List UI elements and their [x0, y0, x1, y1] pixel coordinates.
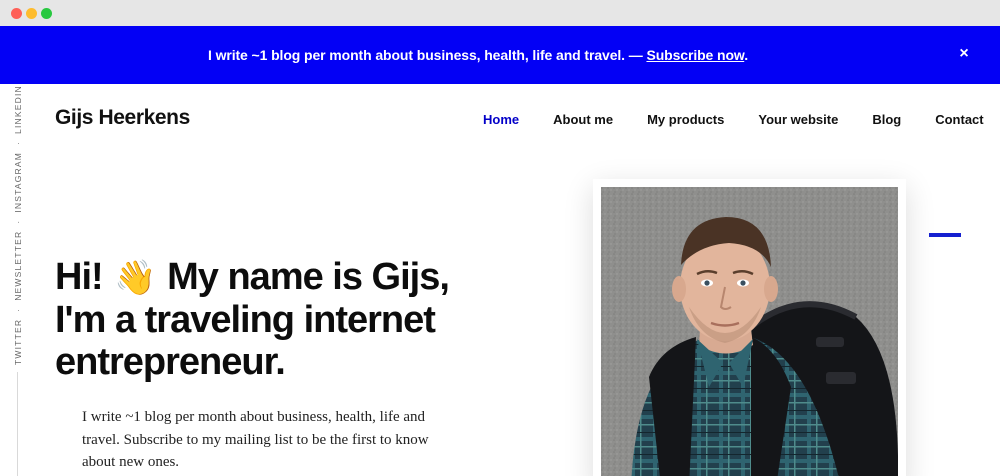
- hero-name: My name is Gijs,: [167, 256, 450, 298]
- accent-line: [929, 233, 961, 237]
- nav-item-about-me[interactable]: About me: [553, 112, 613, 127]
- site-brand[interactable]: Gijs Heerkens: [55, 106, 190, 130]
- minimize-window-button[interactable]: [26, 8, 37, 19]
- social-link-newsletter[interactable]: Newsletter: [13, 231, 23, 301]
- nav-item-blog[interactable]: Blog: [872, 112, 901, 127]
- hero-greeting: Hi!: [55, 256, 104, 298]
- social-divider-line: [17, 372, 18, 476]
- social-links: Twitter · Newsletter · Instagram · Linke…: [8, 85, 28, 365]
- main-nav: Home About me My products Your website B…: [483, 112, 984, 127]
- separator-dot: ·: [13, 219, 23, 224]
- announcement-suffix: .: [744, 47, 749, 63]
- separator-dot: ·: [13, 307, 23, 312]
- nav-item-your-website[interactable]: Your website: [758, 112, 838, 127]
- portrait-photo: [601, 187, 898, 476]
- hero-heading: Hi! 👋 My name is Gijs, I'm a traveling i…: [55, 256, 525, 383]
- subscribe-link[interactable]: Subscribe now: [646, 47, 744, 63]
- close-window-button[interactable]: [11, 8, 22, 19]
- maximize-window-button[interactable]: [41, 8, 52, 19]
- social-link-instagram[interactable]: Instagram: [13, 152, 23, 213]
- portrait-frame: [593, 179, 906, 476]
- hero-line-3: entrepreneur.: [55, 341, 286, 383]
- browser-chrome: [0, 0, 1000, 26]
- social-link-linkedin[interactable]: LinkedIn: [13, 85, 23, 134]
- hero-description: I write ~1 blog per month about business…: [82, 409, 429, 470]
- nav-item-home[interactable]: Home: [483, 112, 519, 127]
- nav-item-my-products[interactable]: My products: [647, 112, 724, 127]
- hero-line-2: I'm a traveling internet: [55, 299, 436, 341]
- nav-item-contact[interactable]: Contact: [935, 112, 983, 127]
- waving-hand-icon: 👋: [114, 259, 156, 297]
- close-icon[interactable]: ×: [956, 46, 972, 62]
- separator-dot: ·: [13, 140, 23, 145]
- announcement-message: I write ~1 blog per month about business…: [207, 47, 647, 63]
- social-link-twitter[interactable]: Twitter: [13, 319, 23, 365]
- announcement-text: I write ~1 blog per month about business…: [0, 26, 956, 84]
- announcement-bar: I write ~1 blog per month about business…: [0, 26, 1000, 84]
